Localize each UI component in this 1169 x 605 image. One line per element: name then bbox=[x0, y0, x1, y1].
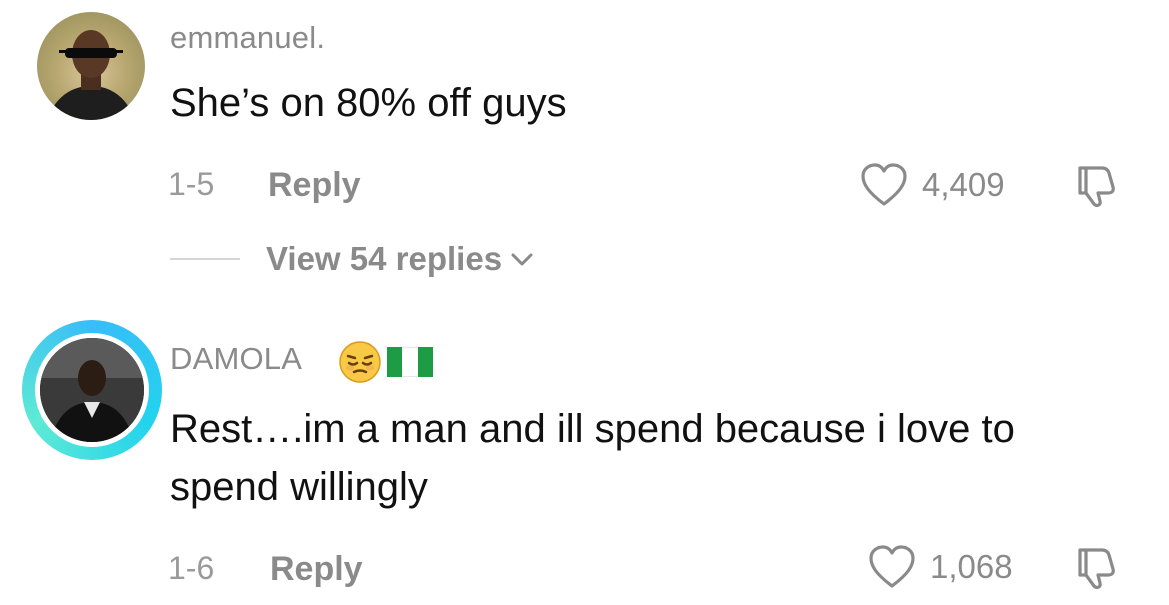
pensive-face-icon bbox=[339, 341, 381, 383]
avatar[interactable] bbox=[37, 12, 145, 120]
like-button[interactable]: 4,409 bbox=[860, 162, 1005, 208]
like-count: 1,068 bbox=[930, 548, 1013, 585]
person-avatar-icon bbox=[47, 30, 135, 120]
username[interactable]: emmanuel. bbox=[170, 20, 325, 56]
heart-icon bbox=[869, 545, 915, 588]
like-count: 4,409 bbox=[922, 166, 1005, 203]
thumbs-down-icon[interactable] bbox=[1072, 542, 1122, 592]
reply-button[interactable]: Reply bbox=[268, 166, 361, 205]
comment-item: emmanuel. She’s on 80% off guys 1-5 Repl… bbox=[0, 0, 1169, 300]
thumbs-down-icon[interactable] bbox=[1072, 160, 1122, 210]
comment-item: DAMOLA Rest….im a man and ill spend beca… bbox=[0, 300, 1169, 605]
comment-date: 1-5 bbox=[168, 166, 215, 202]
comment-date: 1-6 bbox=[168, 550, 215, 586]
chevron-down-icon bbox=[511, 253, 533, 266]
like-button[interactable]: 1,068 bbox=[868, 544, 1013, 590]
view-replies-button[interactable]: View 54 replies bbox=[170, 240, 536, 278]
comment-text: Rest….im a man and ill spend because i l… bbox=[170, 407, 1015, 509]
username[interactable]: DAMOLA bbox=[170, 341, 302, 377]
comment-text: She’s on 80% off guys bbox=[170, 81, 567, 125]
nigeria-flag-icon bbox=[387, 347, 433, 377]
avatar[interactable] bbox=[35, 333, 149, 447]
reply-button[interactable]: Reply bbox=[270, 550, 363, 589]
view-replies-label: View 54 replies bbox=[266, 240, 503, 277]
heart-icon bbox=[861, 163, 907, 206]
replies-divider bbox=[170, 258, 240, 260]
person-avatar-icon bbox=[40, 338, 144, 442]
